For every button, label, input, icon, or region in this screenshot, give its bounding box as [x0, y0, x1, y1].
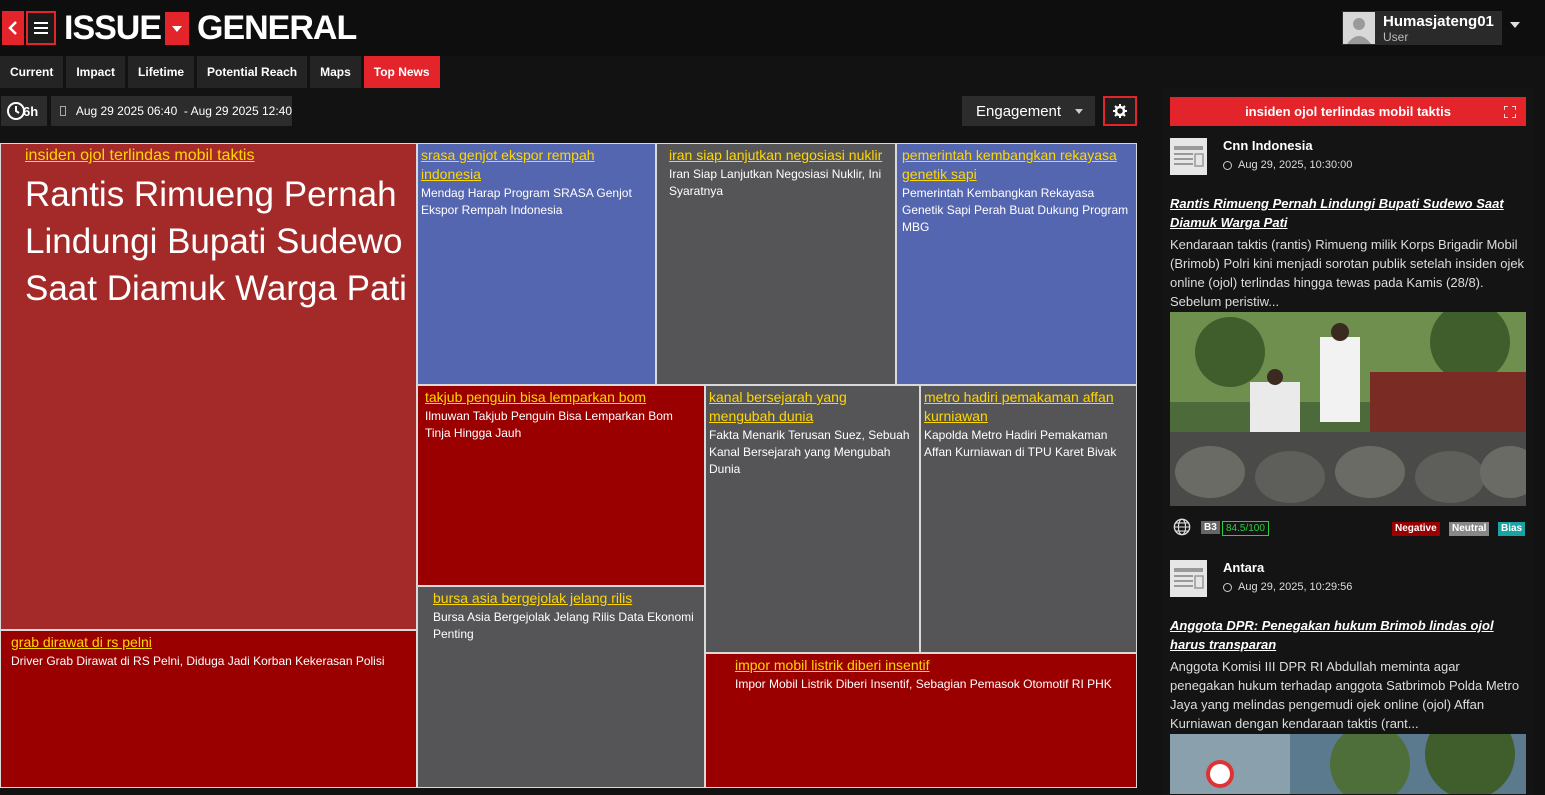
globe-icon	[1173, 518, 1191, 536]
tier-badge: B3	[1201, 521, 1220, 534]
tab-potential-reach[interactable]: Potential Reach	[197, 56, 308, 88]
article-time-row: Aug 29, 2025, 10:29:56	[1223, 581, 1352, 593]
tile-subtitle: Kapolda Metro Hadiri Pemakaman Affan Kur…	[924, 428, 1117, 459]
sentiment-tag-bias: Bias	[1498, 522, 1526, 536]
treemap-tile[interactable]: kanal bersejarah yang mengubah dunia Fak…	[705, 385, 920, 653]
logo-category: GENERAL	[197, 9, 357, 47]
article-time: Aug 29, 2025, 10:29:56	[1238, 581, 1353, 593]
tile-title[interactable]: bursa asia bergejolak jelang rilis	[433, 589, 701, 608]
app: ISSUE GENERAL Humasjateng01 User Current…	[0, 0, 1545, 795]
chevron-down-icon	[1075, 109, 1083, 114]
tile-subtitle: Bursa Asia Bergejolak Jelang Rilis Data …	[433, 610, 694, 641]
article-time: Aug 29, 2025, 10:30:00	[1238, 159, 1353, 171]
sentiment-tag-negative: Negative	[1392, 522, 1440, 536]
back-arrow-icon	[8, 21, 17, 35]
panel-header: insiden ojol terlindas mobil taktis	[1170, 97, 1526, 126]
clock-icon	[1223, 582, 1232, 592]
tile-title[interactable]: kanal bersejarah yang mengubah dunia	[709, 388, 916, 426]
newspaper-icon	[1170, 560, 1207, 597]
treemap-tile[interactable]: insiden ojol terlindas mobil taktis Rant…	[0, 143, 417, 630]
article-excerpt: Anggota Komisi III DPR RI Abdullah memin…	[1170, 659, 1520, 731]
article-title-link[interactable]: Anggota DPR: Penegakan hukum Brimob lind…	[1170, 616, 1526, 654]
tile-subtitle: Iran Siap Lanjutkan Negosiasi Nuklir, In…	[669, 167, 882, 198]
news-treemap: insiden ojol terlindas mobil taktis Rant…	[0, 143, 1137, 788]
tile-title[interactable]: grab dirawat di rs pelni	[11, 633, 413, 652]
tile-title[interactable]: metro hadiri pemakaman affan kurniawan	[924, 388, 1133, 426]
treemap-tile[interactable]: impor mobil listrik diberi insentif Impo…	[705, 653, 1137, 788]
gear-icon	[1113, 104, 1127, 118]
logo-issue: ISSUE	[64, 9, 162, 47]
tab-current[interactable]: Current	[0, 56, 64, 88]
tab-bar: Current Impact Lifetime Potential Reach …	[0, 56, 440, 88]
chevron-down-icon	[172, 25, 182, 32]
tab-maps[interactable]: Maps	[310, 56, 361, 88]
treemap-tile[interactable]: pemerintah kembangkan rekayasa genetik s…	[896, 143, 1137, 385]
user-dropdown-icon[interactable]	[1510, 22, 1520, 28]
article-source: Antara	[1223, 560, 1265, 575]
tile-title[interactable]: iran siap lanjutkan negosiasi nuklir	[669, 146, 892, 165]
tile-subtitle: Driver Grab Dirawat di RS Pelni, Diduga …	[11, 654, 385, 668]
treemap-tile[interactable]: metro hadiri pemakaman affan kurniawan K…	[920, 385, 1137, 653]
article-meta-row: B3 84.5/100 Negative Neutral Bias	[1170, 518, 1526, 536]
user-role: User	[1383, 30, 1409, 44]
article-excerpt: Kendaraan taktis (rantis) Rimueng milik …	[1170, 237, 1525, 309]
clock-icon	[1223, 160, 1232, 170]
tile-subtitle: Fakta Menarik Terusan Suez, Sebuah Kanal…	[709, 428, 910, 476]
settings-button[interactable]	[1103, 96, 1137, 126]
article-title-link[interactable]: Rantis Rimueng Pernah Lindungi Bupati Su…	[1170, 194, 1526, 232]
expand-icon[interactable]	[1504, 106, 1516, 118]
period-label: 6h	[23, 104, 39, 119]
avatar-icon	[1343, 12, 1375, 44]
tile-subtitle: Mendag Harap Program SRASA Genjot Ekspor…	[421, 186, 632, 217]
news-detail-panel: insiden ojol terlindas mobil taktis Cnn …	[1163, 88, 1535, 795]
hamburger-menu-icon	[34, 22, 48, 34]
calendar-icon	[60, 106, 66, 116]
date-range-picker[interactable]: Aug 29 2025 06:40 - Aug 29 2025 12:40	[51, 96, 292, 126]
article-image[interactable]	[1170, 312, 1526, 506]
news-article: Cnn Indonesia Aug 29, 2025, 10:30:00 Ran…	[1170, 138, 1526, 538]
tab-lifetime[interactable]: Lifetime	[128, 56, 195, 88]
article-source: Cnn Indonesia	[1223, 138, 1313, 153]
category-dropdown-button[interactable]	[165, 12, 189, 45]
sort-select-value: Engagement	[976, 102, 1062, 120]
top-header: ISSUE GENERAL Humasjateng01 User	[0, 0, 1545, 56]
panel-header-title: insiden ojol terlindas mobil taktis	[1245, 104, 1451, 119]
news-article: Antara Aug 29, 2025, 10:29:56 Anggota DP…	[1170, 560, 1526, 795]
tile-title[interactable]: takjub penguin bisa lemparkan bom	[425, 388, 701, 407]
treemap-tile[interactable]: takjub penguin bisa lemparkan bom Ilmuwa…	[417, 385, 705, 586]
treemap-tile[interactable]: iran siap lanjutkan negosiasi nuklir Ira…	[656, 143, 896, 385]
tile-headline: Rantis Rimueng Pernah Lindungi Bupati Su…	[25, 175, 407, 308]
score-badge: 84.5/100	[1222, 521, 1269, 536]
menu-button[interactable]	[26, 11, 56, 45]
date-range-text: Aug 29 2025 06:40 - Aug 29 2025 12:40	[75, 104, 292, 118]
sort-select[interactable]: Engagement	[962, 96, 1095, 126]
tile-title[interactable]: pemerintah kembangkan rekayasa genetik s…	[902, 146, 1133, 184]
newspaper-icon	[1170, 138, 1207, 175]
treemap-tile[interactable]: srasa genjot ekspor rempah indonesia Men…	[417, 143, 656, 385]
user-menu[interactable]: Humasjateng01 User	[1342, 11, 1502, 45]
treemap-tile[interactable]: grab dirawat di rs pelni Driver Grab Dir…	[0, 630, 417, 788]
tile-subtitle: Impor Mobil Listrik Diberi Insentif, Seb…	[735, 677, 1112, 691]
treemap-tile[interactable]: bursa asia bergejolak jelang rilis Bursa…	[417, 586, 705, 788]
tile-subtitle: Pemerintah Kembangkan Rekayasa Genetik S…	[902, 186, 1129, 234]
user-name: Humasjateng01	[1383, 13, 1494, 30]
tab-impact[interactable]: Impact	[66, 56, 126, 88]
sentiment-tag-neutral: Neutral	[1449, 522, 1490, 536]
tile-title[interactable]: insiden ojol terlindas mobil taktis	[25, 146, 413, 165]
tab-top-news[interactable]: Top News	[363, 56, 440, 88]
article-time-row: Aug 29, 2025, 10:30:00	[1223, 159, 1352, 171]
period-button[interactable]: 6h	[1, 96, 47, 126]
tile-title[interactable]: impor mobil listrik diberi insentif	[735, 656, 1133, 675]
article-image[interactable]	[1170, 734, 1526, 794]
tile-title[interactable]: srasa genjot ekspor rempah indonesia	[421, 146, 652, 184]
back-button[interactable]	[2, 11, 24, 45]
tile-subtitle: Ilmuwan Takjub Penguin Bisa Lemparkan Bo…	[425, 409, 673, 440]
